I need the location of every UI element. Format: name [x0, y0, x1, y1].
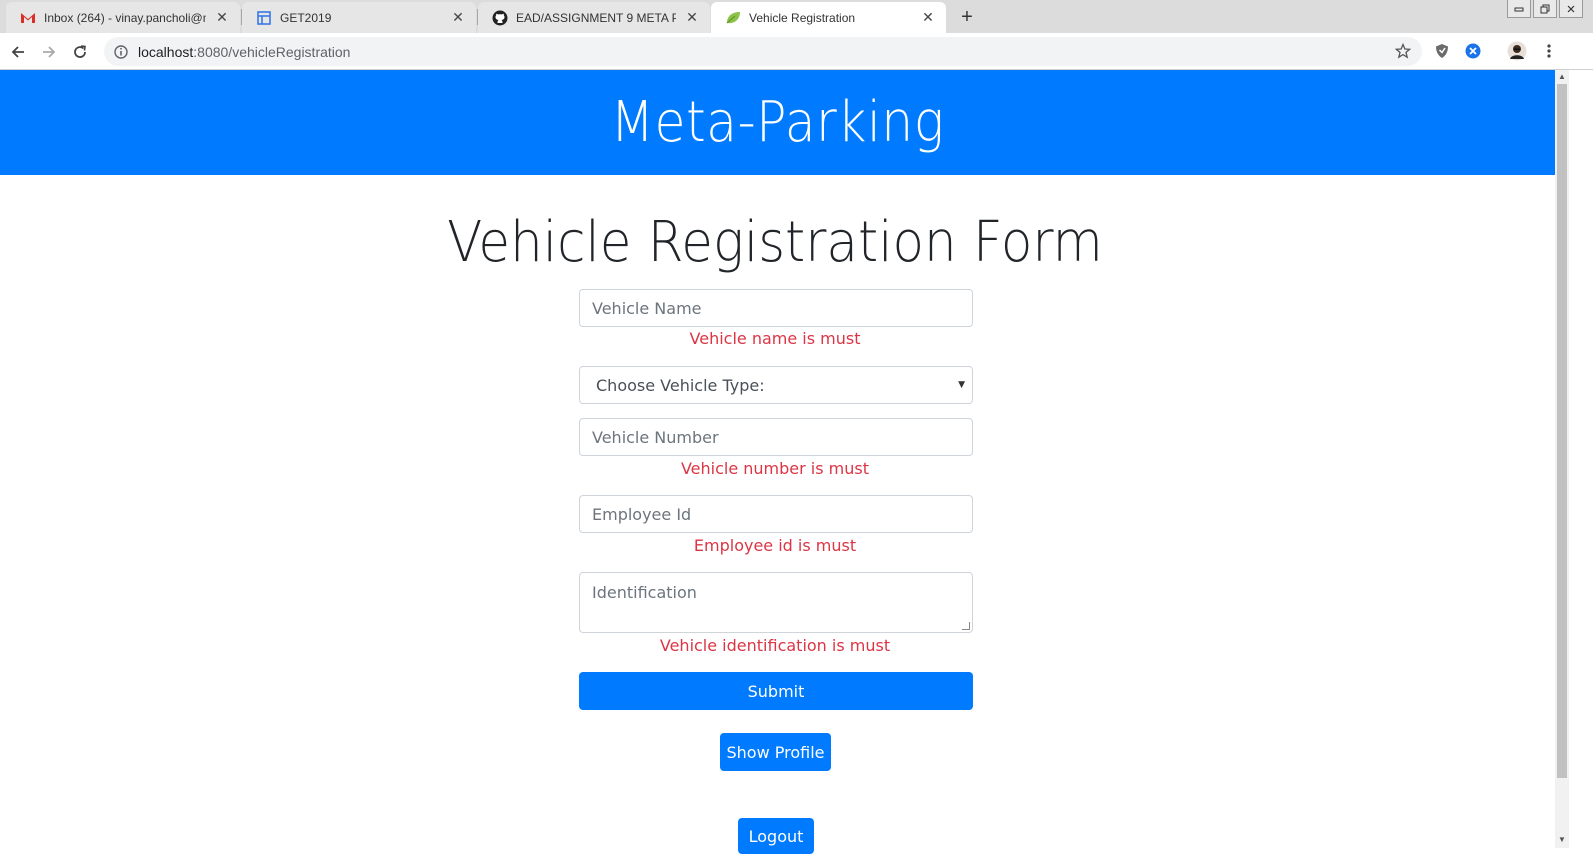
identification-placeholder: Identification: [592, 583, 697, 602]
resize-grip-icon[interactable]: [962, 622, 970, 630]
new-tab-button[interactable]: +: [953, 4, 981, 30]
vehicle-name-placeholder: Vehicle Name: [592, 298, 702, 318]
close-icon[interactable]: ✕: [920, 9, 936, 26]
tab-title: Inbox (264) - vinay.pancholi@me: [44, 10, 206, 25]
logout-button[interactable]: Logout: [738, 818, 814, 854]
show-profile-button[interactable]: Show Profile: [720, 733, 831, 771]
avatar[interactable]: [1507, 41, 1527, 61]
browser-toolbar: localhost:8080/vehicleRegistration: [0, 33, 1593, 70]
restore-icon[interactable]: [1533, 0, 1557, 18]
gmail-icon: [20, 10, 36, 26]
menu-kebab-icon[interactable]: [1539, 41, 1559, 61]
browser-chrome: Inbox (264) - vinay.pancholi@me ✕ GET201…: [0, 0, 1593, 70]
employee-id-error: Employee id is must: [693, 536, 857, 555]
vehicle-type-select[interactable]: Choose Vehicle Type: ▼: [579, 366, 973, 404]
tab-github[interactable]: EAD/ASSIGNMENT 9 META PARK ✕: [478, 2, 710, 33]
url-path: :8080/vehicleRegistration: [193, 43, 351, 60]
bookmark-star-icon[interactable]: [1393, 41, 1413, 61]
vehicle-name-error: Vehicle name is must: [689, 329, 861, 348]
vehicle-type-selected: Choose Vehicle Type:: [596, 375, 765, 395]
window-edge: [1569, 70, 1593, 863]
forward-icon[interactable]: [37, 40, 61, 64]
github-icon: [492, 10, 508, 26]
back-icon[interactable]: [6, 40, 30, 64]
identification-textarea[interactable]: Identification: [579, 572, 973, 633]
sheet-icon: [256, 10, 272, 26]
page-title: Vehicle Registration Form: [447, 210, 1103, 275]
identification-error: Vehicle identification is must: [659, 636, 891, 655]
submit-button[interactable]: Submit: [579, 672, 973, 710]
reload-icon[interactable]: [68, 40, 92, 64]
page-content: Meta-Parking Vehicle Registration Form V…: [0, 70, 1555, 863]
leaf-icon: [725, 10, 741, 26]
window-close-icon[interactable]: [1559, 0, 1583, 18]
scroll-thumb[interactable]: [1557, 84, 1567, 778]
address-bar[interactable]: localhost:8080/vehicleRegistration: [104, 37, 1422, 66]
tab-vehicle-registration[interactable]: Vehicle Registration ✕: [711, 2, 946, 33]
tab-title: EAD/ASSIGNMENT 9 META PARK: [516, 10, 676, 25]
scroll-down-icon[interactable]: ▼: [1557, 834, 1567, 846]
vehicle-number-placeholder: Vehicle Number: [592, 427, 719, 447]
vehicle-number-error: Vehicle number is must: [680, 459, 870, 478]
tab-gmail[interactable]: Inbox (264) - vinay.pancholi@me ✕: [6, 2, 240, 33]
brand-title: Meta-Parking: [610, 90, 945, 155]
window-controls: [1507, 0, 1583, 18]
close-icon[interactable]: ✕: [684, 9, 700, 26]
shield-extension-icon[interactable]: [1432, 41, 1452, 61]
page-scrollbar[interactable]: ▲ ▼: [1555, 70, 1569, 848]
close-icon[interactable]: ✕: [214, 9, 230, 26]
vehicle-name-input[interactable]: Vehicle Name: [579, 289, 973, 327]
employee-id-input[interactable]: Employee Id: [579, 495, 973, 533]
minimize-icon[interactable]: [1507, 0, 1531, 18]
tab-title: Vehicle Registration: [749, 10, 856, 25]
tab-get2019[interactable]: GET2019 ✕: [242, 2, 476, 33]
info-icon[interactable]: [114, 44, 128, 59]
vehicle-number-input[interactable]: Vehicle Number: [579, 418, 973, 456]
header-banner: Meta-Parking: [0, 70, 1555, 175]
employee-id-placeholder: Employee Id: [592, 504, 692, 524]
blue-extension-icon[interactable]: [1463, 41, 1483, 61]
dropdown-arrow-icon: ▼: [958, 380, 965, 390]
close-icon[interactable]: ✕: [450, 9, 466, 26]
url-host: localhost: [138, 43, 194, 60]
tab-strip: Inbox (264) - vinay.pancholi@me ✕ GET201…: [0, 0, 1593, 33]
tab-title: GET2019: [280, 10, 332, 25]
scroll-up-icon[interactable]: ▲: [1557, 71, 1567, 83]
